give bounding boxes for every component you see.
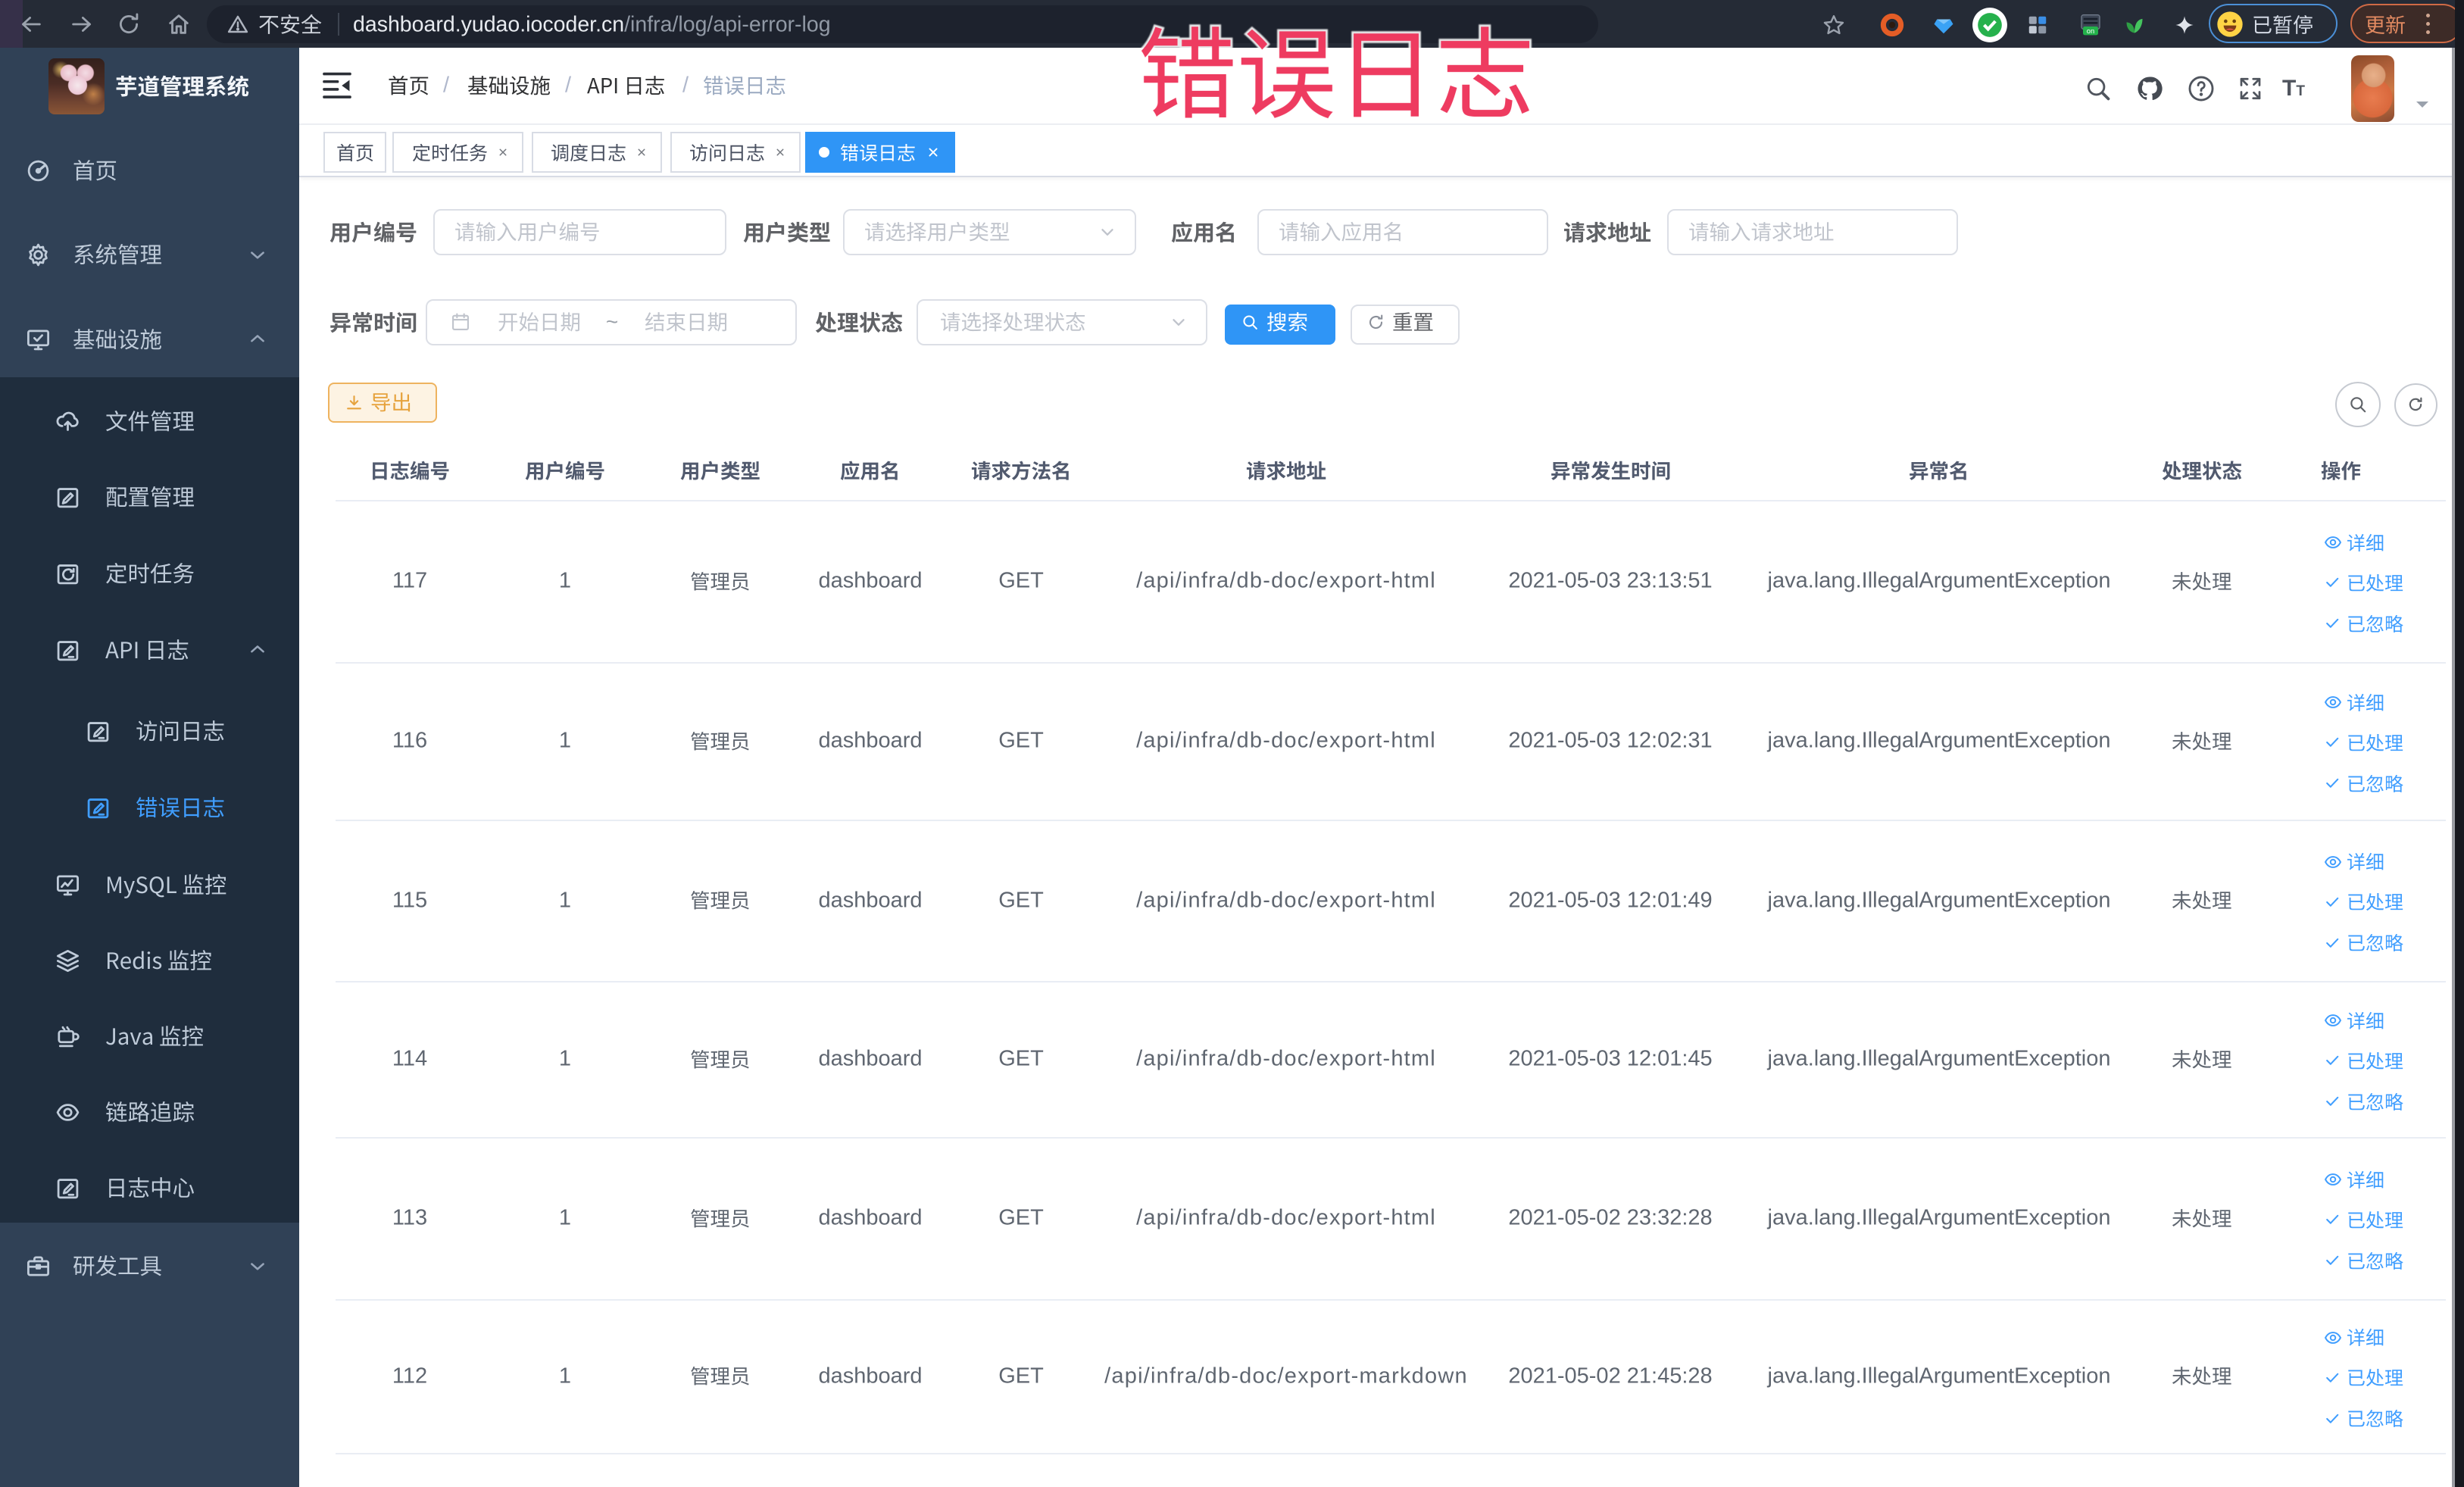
svg-text:on: on: [2087, 27, 2094, 35]
